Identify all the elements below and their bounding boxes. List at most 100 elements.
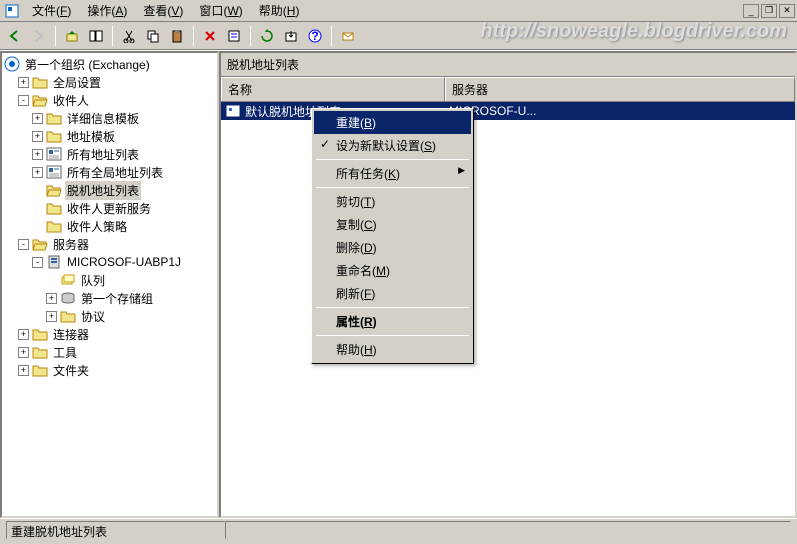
tree-node[interactable]: - 服务器 <box>4 235 215 253</box>
tree-label: 第一个组织 (Exchange) <box>23 55 152 74</box>
tree-node[interactable]: +所有全局地址列表 <box>4 163 215 181</box>
expander[interactable]: + <box>46 311 57 322</box>
expander[interactable]: + <box>18 347 29 358</box>
expander[interactable]: + <box>18 365 29 376</box>
list-row[interactable]: 默认脱机地址列表 MICROSOF-U... <box>221 102 795 120</box>
folder-icon <box>60 308 76 324</box>
expander[interactable]: + <box>32 113 43 124</box>
storage-icon <box>60 290 76 306</box>
folder-icon <box>46 218 62 234</box>
menu-file[interactable]: 文件(F) <box>24 0 79 21</box>
expander[interactable]: - <box>18 239 29 250</box>
context-item-9[interactable]: 刷新(F) <box>314 282 471 305</box>
folder-open-icon <box>32 236 48 252</box>
tree-node[interactable]: + 第一个存储组 <box>4 289 215 307</box>
context-item-7[interactable]: 删除(D) <box>314 236 471 259</box>
expander[interactable]: + <box>46 293 57 304</box>
context-item-8[interactable]: 重命名(M) <box>314 259 471 282</box>
expander[interactable]: + <box>32 149 43 160</box>
tree-node[interactable]: + 文件夹 <box>4 361 215 379</box>
paste-button[interactable] <box>166 25 188 47</box>
cut-button[interactable] <box>118 25 140 47</box>
menu-help[interactable]: 帮助(H) <box>251 0 308 21</box>
window-controls: _ ❐ ✕ <box>741 4 795 18</box>
menu-action[interactable]: 操作(A) <box>79 0 135 21</box>
list-body[interactable]: 默认脱机地址列表 MICROSOF-U... <box>221 102 795 516</box>
column-server[interactable]: 服务器 <box>445 77 795 101</box>
tree-label: 文件夹 <box>51 361 91 380</box>
delete-button[interactable] <box>199 25 221 47</box>
close-button[interactable]: ✕ <box>779 4 795 18</box>
up-button[interactable] <box>61 25 83 47</box>
expander[interactable]: + <box>18 329 29 340</box>
tree-label: 连接器 <box>51 325 91 344</box>
context-item-1[interactable]: ✓设为新默认设置(S) <box>314 134 471 157</box>
forward-button[interactable] <box>28 25 50 47</box>
copy-button[interactable] <box>142 25 164 47</box>
column-name[interactable]: 名称 <box>221 77 445 101</box>
folder-open-icon <box>46 182 62 198</box>
context-item-11[interactable]: 属性(R) <box>314 310 471 333</box>
minimize-button[interactable]: _ <box>743 4 759 18</box>
tree-label: 服务器 <box>51 235 91 254</box>
addrlist-icon <box>46 146 62 162</box>
tree-node[interactable]: + 全局设置 <box>4 73 215 91</box>
export-button[interactable] <box>280 25 302 47</box>
refresh-button[interactable] <box>256 25 278 47</box>
check-icon: ✓ <box>320 137 330 151</box>
menu-window[interactable]: 窗口(W) <box>191 0 250 21</box>
tree-node[interactable]: -MICROSOF-UABP1J <box>4 253 215 271</box>
expander[interactable]: - <box>32 257 43 268</box>
tree-node[interactable]: + 连接器 <box>4 325 215 343</box>
tree-label: 第一个存储组 <box>79 289 155 308</box>
tree-node[interactable]: +协议 <box>4 307 215 325</box>
context-item-3[interactable]: 所有任务(K)▶ <box>314 162 471 185</box>
context-separator <box>316 159 469 160</box>
tree-label: 收件人 <box>51 91 91 110</box>
expander[interactable]: - <box>18 95 29 106</box>
tree-node[interactable]: +详细信息模板 <box>4 109 215 127</box>
help-button[interactable]: ? <box>304 25 326 47</box>
context-item-label: 重命名(M) <box>336 264 390 278</box>
tree-label: 收件人策略 <box>65 217 129 236</box>
tree-node[interactable]: - 收件人 <box>4 91 215 109</box>
tree-panel[interactable]: 第一个组织 (Exchange)+全局设置-收件人+详细信息模板+地址模板+所有… <box>0 51 219 518</box>
folder-icon <box>32 326 48 342</box>
content-panel: 脱机地址列表 名称 服务器 默认脱机地址列表 MICROSOF-U... <box>219 51 797 518</box>
svg-text:?: ? <box>311 29 318 43</box>
menu-view[interactable]: 查看(V) <box>135 0 191 21</box>
context-item-13[interactable]: 帮助(H) <box>314 338 471 361</box>
tree-label: 队列 <box>79 271 107 290</box>
back-button[interactable] <box>4 25 26 47</box>
expander[interactable]: + <box>32 167 43 178</box>
status-spacer <box>225 521 791 539</box>
expander[interactable]: + <box>18 77 29 88</box>
properties-button[interactable] <box>223 25 245 47</box>
submenu-arrow-icon: ▶ <box>458 165 465 176</box>
tree-node[interactable]: 队列 <box>4 271 215 289</box>
tree-node[interactable]: 脱机地址列表 <box>4 181 215 199</box>
mail-button[interactable] <box>337 25 359 47</box>
folder-open-icon <box>32 92 48 108</box>
context-item-6[interactable]: 复制(C) <box>314 213 471 236</box>
folder-icon <box>32 74 48 90</box>
show-tree-button[interactable] <box>85 25 107 47</box>
expander[interactable]: + <box>32 131 43 142</box>
server-icon <box>46 254 62 270</box>
tree-label: 全局设置 <box>51 73 103 92</box>
context-item-0[interactable]: 重建(B) <box>314 111 471 134</box>
queue-icon <box>60 272 76 288</box>
tree-root-node[interactable]: 第一个组织 (Exchange) <box>4 55 215 73</box>
tree-label: 地址模板 <box>65 127 117 146</box>
tree-node[interactable]: +工具 <box>4 343 215 361</box>
tree-node[interactable]: +所有地址列表 <box>4 145 215 163</box>
context-menu: 重建(B)✓设为新默认设置(S) 所有任务(K)▶ 剪切(T)复制(C)删除(D) 重… <box>311 108 474 364</box>
folder-icon <box>32 362 48 378</box>
context-separator <box>316 307 469 308</box>
tree-node[interactable]: 收件人策略 <box>4 217 215 235</box>
context-item-5[interactable]: 剪切(T) <box>314 190 471 213</box>
tree-node[interactable]: 收件人更新服务 <box>4 199 215 217</box>
tree-node[interactable]: + 地址模板 <box>4 127 215 145</box>
restore-button[interactable]: ❐ <box>761 4 777 18</box>
status-text: 重建脱机地址列表 <box>6 521 225 539</box>
